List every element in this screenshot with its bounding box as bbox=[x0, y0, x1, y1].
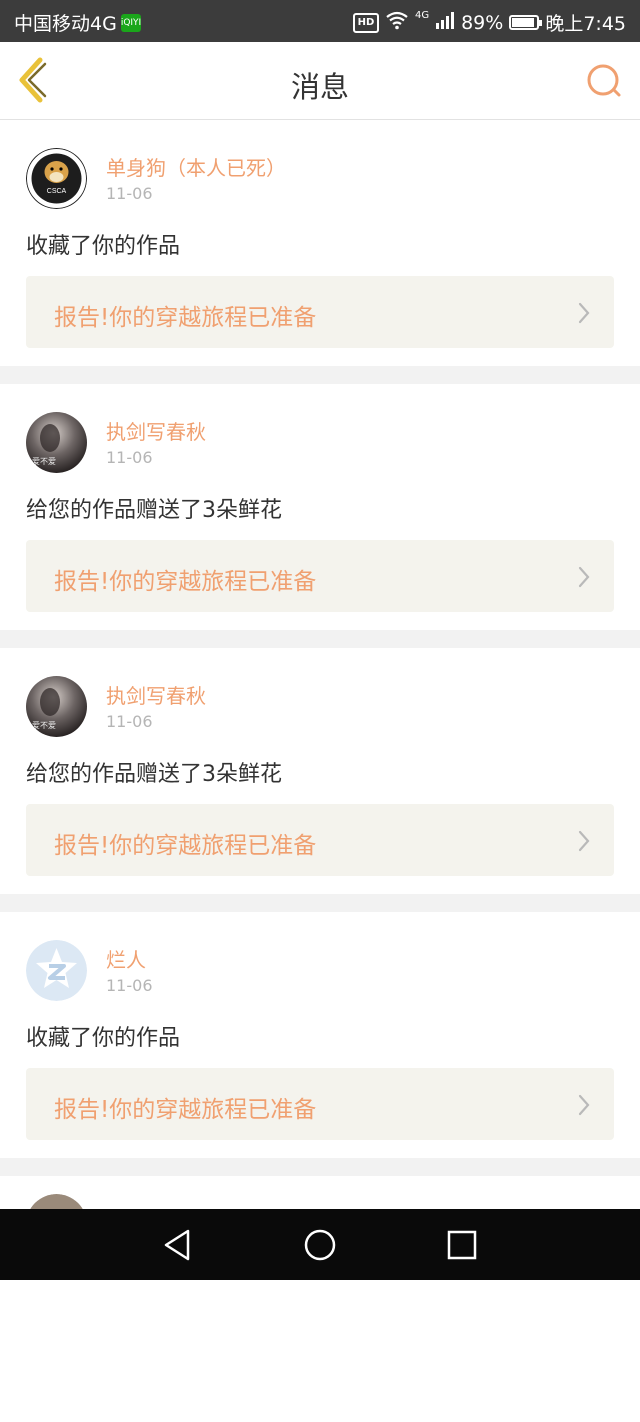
page-title: 消息 bbox=[290, 70, 349, 104]
battery-icon bbox=[509, 15, 543, 30]
work-link[interactable]: 报告!你的穿越旅程已准备 bbox=[26, 804, 614, 876]
message-card: 烂人 11-06 收藏了你的作品 报告!你的穿越旅程已准备 bbox=[0, 912, 640, 1158]
avatar[interactable] bbox=[26, 940, 87, 1001]
square-recents-icon bbox=[447, 1230, 477, 1260]
username[interactable]: 烂人 bbox=[106, 944, 146, 973]
nav-recents-button[interactable] bbox=[444, 1227, 480, 1263]
nav-home-button[interactable] bbox=[302, 1227, 338, 1263]
divider bbox=[0, 366, 640, 384]
divider bbox=[0, 630, 640, 648]
avatar-label: CSCA bbox=[47, 188, 67, 195]
message-card: 爱不爱 执剑写春秋 11-06 给您的作品赠送了3朵鲜花 报告!你的穿越旅程已准… bbox=[0, 384, 640, 630]
carrier-label: 中国移动4G bbox=[14, 13, 117, 35]
system-nav-bar bbox=[0, 1209, 640, 1280]
message-date: 11-06 bbox=[106, 976, 153, 995]
battery-percent: 89% bbox=[461, 11, 504, 34]
avatar-label: 爱不爱 bbox=[32, 721, 56, 730]
message-card: 爱不爱 执剑写春秋 11-06 给您的作品赠送了3朵鲜花 报告!你的穿越旅程已准… bbox=[0, 648, 640, 894]
status-bar: 中国移动4G iQIYI HD 4G 89% 晚上7:45 bbox=[0, 0, 640, 42]
message-action-text: 给您的作品赠送了3朵鲜花 bbox=[26, 762, 282, 787]
divider bbox=[0, 1158, 640, 1176]
avatar[interactable]: 爱不爱 bbox=[26, 412, 87, 473]
chevron-right-icon bbox=[578, 566, 590, 588]
avatar-label: 爱不爱 bbox=[32, 457, 56, 466]
work-title: 报告!你的穿越旅程已准备 bbox=[54, 833, 317, 859]
circle-home-icon bbox=[304, 1229, 336, 1261]
username[interactable]: 单身狗（本人已死） bbox=[106, 152, 286, 181]
hd-badge: HD bbox=[352, 12, 379, 33]
message-action-text: 收藏了你的作品 bbox=[26, 234, 181, 259]
divider bbox=[0, 894, 640, 912]
app-header: 消息 bbox=[0, 42, 640, 120]
nav-back-button[interactable] bbox=[160, 1227, 196, 1263]
signal-icon bbox=[435, 11, 455, 34]
search-button[interactable] bbox=[584, 62, 624, 102]
wifi-icon bbox=[385, 10, 409, 35]
message-date: 11-06 bbox=[106, 184, 153, 203]
triangle-back-icon bbox=[164, 1229, 190, 1261]
message-action-text: 收藏了你的作品 bbox=[26, 1026, 181, 1051]
message-card: CSCA 单身狗（本人已死） 11-06 收藏了你的作品 报告!你的穿越旅程已准… bbox=[0, 120, 640, 366]
network-type-label: 4G bbox=[414, 10, 430, 21]
search-icon bbox=[587, 64, 621, 97]
message-date: 11-06 bbox=[106, 448, 153, 467]
clock: 晚上7:45 bbox=[545, 13, 626, 35]
username[interactable]: 执剑写春秋 bbox=[106, 680, 206, 709]
work-title: 报告!你的穿越旅程已准备 bbox=[54, 569, 317, 595]
work-title: 报告!你的穿越旅程已准备 bbox=[54, 305, 317, 331]
work-link[interactable]: 报告!你的穿越旅程已准备 bbox=[26, 1068, 614, 1140]
iqiyi-app-icon: iQIYI bbox=[120, 13, 141, 32]
work-link[interactable]: 报告!你的穿越旅程已准备 bbox=[26, 276, 614, 348]
work-title: 报告!你的穿越旅程已准备 bbox=[54, 1097, 317, 1123]
avatar[interactable]: CSCA bbox=[26, 148, 87, 209]
chevron-right-icon bbox=[578, 1094, 590, 1116]
username[interactable]: 执剑写春秋 bbox=[106, 416, 206, 445]
message-action-text: 给您的作品赠送了3朵鲜花 bbox=[26, 498, 282, 523]
message-date: 11-06 bbox=[106, 712, 153, 731]
chevron-right-icon bbox=[578, 302, 590, 324]
work-link[interactable]: 报告!你的穿越旅程已准备 bbox=[26, 540, 614, 612]
chevron-right-icon bbox=[578, 830, 590, 852]
avatar[interactable]: 爱不爱 bbox=[26, 676, 87, 737]
